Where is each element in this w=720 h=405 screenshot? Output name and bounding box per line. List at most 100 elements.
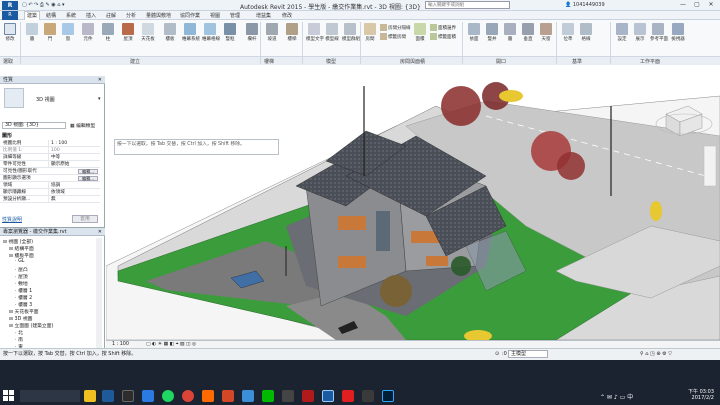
stair-button[interactable]: 樓梯	[284, 23, 300, 42]
prop-row[interactable]: 領域 協調	[0, 182, 100, 189]
area-boundary-button[interactable]: 面積邊界	[430, 24, 456, 31]
shaft-button[interactable]: 豎井	[484, 23, 500, 42]
model-line-button[interactable]: 模型線	[324, 23, 340, 42]
railing-button[interactable]: 欄杆	[244, 23, 260, 42]
3d-view-canvas[interactable]: 按一下以選取，按 Tab 交替，按 Ctrl 加入，按 Shift 移除。	[106, 66, 720, 340]
tree-item[interactable]: ⊟ 立面圖 (建築立面)	[9, 322, 53, 329]
tag-area-button[interactable]: 標籤面積	[430, 33, 456, 40]
tray-icons[interactable]: ⌃ ✉ ♪ ▭ 中	[600, 392, 633, 401]
tree-item[interactable]: · 樓層 2	[15, 294, 32, 301]
close-icon[interactable]: ✕	[98, 76, 102, 84]
acrobat-icon[interactable]	[342, 390, 354, 402]
tab-analyze[interactable]: 分析	[126, 12, 136, 19]
tab-massing-site[interactable]: 量體與敷地	[146, 12, 171, 19]
type-name[interactable]: 3D 視圖	[36, 96, 55, 103]
search-input[interactable]	[425, 1, 510, 9]
clock[interactable]: 下午 03:03 2017/2/2	[688, 389, 714, 401]
quick-access-toolbar[interactable]: ▢ ↶ ↷ ⎙ ✎ ◉ ⌂ ▾	[22, 2, 64, 8]
window-button[interactable]: 窗	[60, 23, 76, 42]
model-selector[interactable]: 主模型	[508, 350, 548, 358]
mullion-button[interactable]: 豎框	[222, 23, 238, 42]
tab-manage[interactable]: 管理	[230, 12, 240, 19]
wall-button[interactable]: 牆	[24, 23, 40, 42]
ref-plane-button[interactable]: 參考平面	[650, 23, 668, 42]
tree-item[interactable]: ⊟ 3D 視圖	[9, 315, 32, 322]
tree-item[interactable]: · 樓層 3	[15, 301, 32, 308]
app-icon[interactable]	[362, 390, 374, 402]
photoshop-icon[interactable]	[382, 390, 394, 402]
tab-view[interactable]: 視圖	[210, 12, 220, 19]
tab-modify[interactable]: 修改	[282, 12, 292, 19]
line-icon[interactable]	[262, 390, 274, 402]
tree-item[interactable]: · 南	[15, 336, 23, 343]
close-icon[interactable]: ✕	[98, 228, 102, 236]
file-explorer-icon[interactable]	[84, 390, 96, 402]
modify-button[interactable]: 修改	[2, 23, 18, 42]
revit-taskbar-icon[interactable]	[322, 390, 334, 402]
grid-button[interactable]: 格線	[578, 23, 594, 42]
room-button[interactable]: 房間	[362, 23, 378, 42]
tab-annotate[interactable]: 註解	[106, 12, 116, 19]
panel-select[interactable]: 選取	[3, 58, 13, 65]
dormer-button[interactable]: 天窗	[538, 23, 554, 42]
application-menu-button[interactable]: R	[2, 11, 18, 20]
minimize-icon[interactable]: —	[676, 0, 690, 10]
curtain-grid-button[interactable]: 帷幕格線	[202, 23, 220, 42]
tree-item[interactable]: ⊟ 視圖 (全部)	[3, 238, 33, 245]
tree-item[interactable]: · 北	[15, 329, 23, 336]
taskbar-search[interactable]	[20, 390, 80, 402]
viewer-button[interactable]: 檢視器	[670, 23, 686, 42]
prop-row[interactable]: 圖形顯示選項 編輯...	[0, 175, 100, 182]
tree-item[interactable]: · GL	[15, 259, 24, 264]
edit-button[interactable]: 編輯...	[78, 169, 98, 174]
edit-button[interactable]: 編輯...	[78, 176, 98, 181]
edge-icon[interactable]	[142, 390, 154, 402]
maximize-icon[interactable]: ▢	[690, 0, 704, 10]
panel-room-area[interactable]: 房間與面積	[400, 58, 425, 65]
component-button[interactable]: 元件	[80, 23, 96, 42]
floor-button[interactable]: 樓板	[162, 23, 178, 42]
edit-type-button[interactable]: ▦ 編輯類型	[70, 122, 95, 129]
prop-row[interactable]: 零件可見性 顯示原始	[0, 161, 100, 168]
filter-icon[interactable]: ⊙	[495, 349, 499, 360]
roof-button[interactable]: 屋頂	[120, 23, 136, 42]
prop-row[interactable]: 詳細等級 中等	[0, 154, 100, 161]
area-button[interactable]: 面積	[412, 23, 428, 42]
properties-help-link[interactable]: 性質說明	[2, 216, 22, 223]
instance-selector[interactable]: 3D 視圖: {3D}	[2, 122, 66, 129]
spotify-icon[interactable]	[162, 390, 174, 402]
prop-row[interactable]: 顯示隱藏線 依領域	[0, 189, 100, 196]
level-button[interactable]: 位準	[560, 23, 576, 42]
ramp-button[interactable]: 坡道	[264, 23, 280, 42]
app-icon[interactable]	[242, 390, 254, 402]
app-icon[interactable]	[282, 390, 294, 402]
ceiling-button[interactable]: 天花板	[140, 23, 156, 42]
chevron-down-icon[interactable]: ▾	[98, 96, 101, 102]
prop-row[interactable]: 視圖比例 1 : 100	[0, 140, 100, 147]
word-icon[interactable]	[102, 390, 114, 402]
powerpoint-icon[interactable]	[222, 390, 234, 402]
status-icons[interactable]: ⚲ ⌂ ◳ ⊕ ⚙ ▽	[640, 349, 672, 360]
curtain-system-button[interactable]: 帷幕系統	[182, 23, 200, 42]
tab-addins[interactable]: 增益集	[256, 12, 271, 19]
apply-button[interactable]: 套用	[72, 215, 98, 223]
app-icon[interactable]	[122, 390, 134, 402]
tree-item[interactable]: · 屋頂	[15, 273, 28, 280]
app-icon[interactable]	[202, 390, 214, 402]
prop-row[interactable]: 預設分析顯... 無	[0, 196, 100, 203]
scrollbar[interactable]	[96, 238, 102, 350]
tab-structure[interactable]: 結構	[46, 12, 56, 19]
tree-item[interactable]: · 屋凸	[15, 266, 28, 273]
user-id[interactable]: 👤 1041449039	[565, 2, 605, 8]
windows-start-icon[interactable]	[3, 390, 15, 402]
tab-systems[interactable]: 系統	[66, 12, 76, 19]
tree-item[interactable]: ⊟ 結構平面	[9, 245, 34, 252]
tab-architecture[interactable]: 建築	[24, 11, 41, 20]
tab-collaborate[interactable]: 協同作業	[180, 12, 200, 19]
tab-insert[interactable]: 插入	[86, 12, 96, 19]
section-graphics[interactable]: 圖形	[2, 132, 12, 139]
show-button[interactable]: 展示	[632, 23, 648, 42]
chrome-icon[interactable]	[182, 390, 194, 402]
room-separator-button[interactable]: 房間分隔線	[380, 24, 411, 31]
set-button[interactable]: 設定	[614, 23, 630, 42]
